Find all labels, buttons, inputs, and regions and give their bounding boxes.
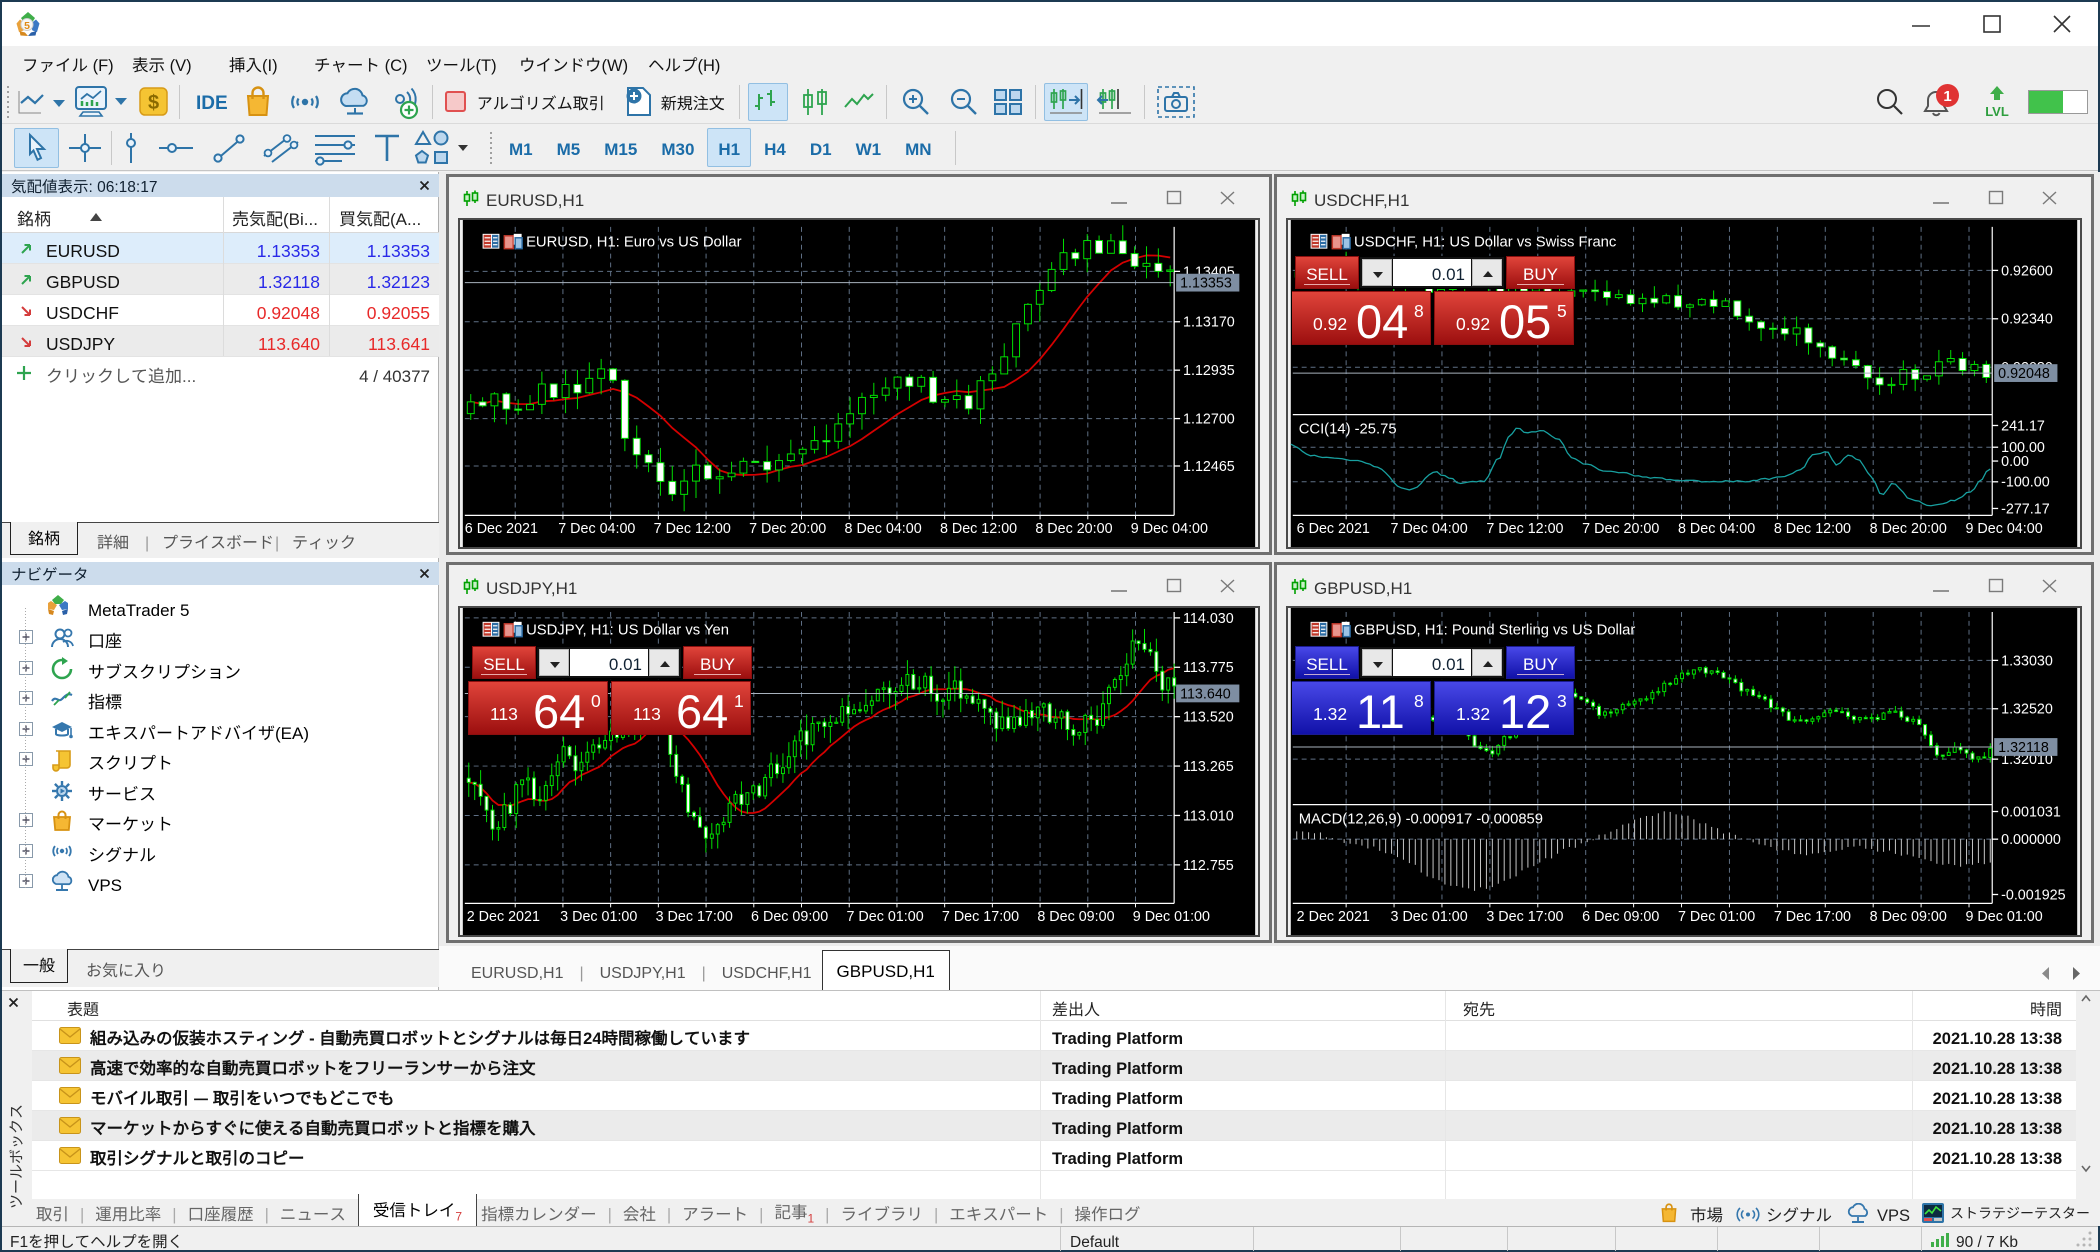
svg-text:8 Dec 12:00: 8 Dec 12:00 (940, 521, 1017, 537)
svg-text:7 Dec 04:00: 7 Dec 04:00 (558, 521, 635, 537)
svg-text:7 Dec 12:00: 7 Dec 12:00 (654, 521, 731, 537)
svg-text:8 Dec 04:00: 8 Dec 04:00 (845, 521, 922, 537)
svg-text:$: $ (148, 92, 159, 114)
svg-text:1.12700: 1.12700 (1183, 412, 1235, 428)
svg-text:1.12465: 1.12465 (1183, 459, 1235, 475)
svg-text:8 Dec 20:00: 8 Dec 20:00 (1035, 521, 1112, 537)
svg-text:9 Dec 04:00: 9 Dec 04:00 (1131, 521, 1208, 537)
svg-text:5: 5 (24, 20, 30, 32)
svg-text:7 Dec 20:00: 7 Dec 20:00 (749, 521, 826, 537)
svg-text:1.13170: 1.13170 (1183, 315, 1235, 331)
svg-text:LVL: LVL (1985, 104, 2009, 119)
svg-text:6 Dec 2021: 6 Dec 2021 (465, 521, 538, 537)
svg-text:EURUSD, H1: Euro vs US Dollar: EURUSD, H1: Euro vs US Dollar (526, 235, 742, 251)
svg-text:1.13353: 1.13353 (1180, 276, 1232, 292)
svg-text:1.12935: 1.12935 (1183, 363, 1235, 379)
